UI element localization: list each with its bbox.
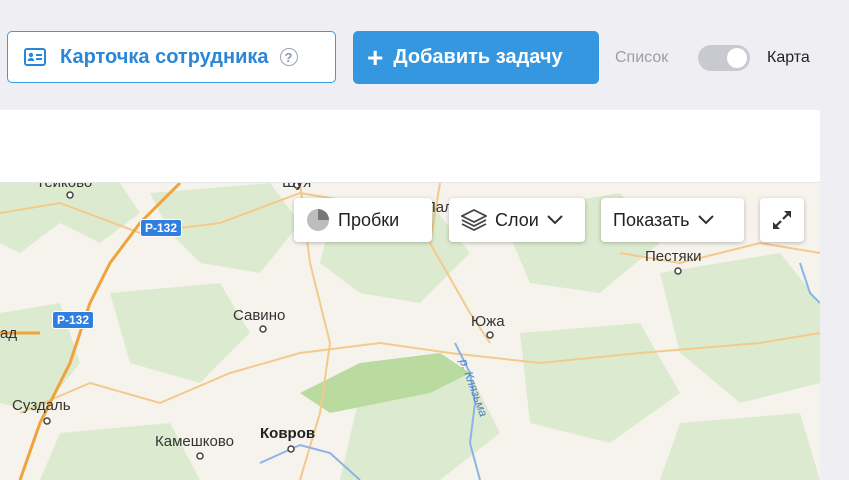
traffic-icon: [306, 208, 330, 232]
chevron-down-icon: [547, 215, 563, 225]
page-margin: [820, 110, 849, 480]
place-ad: ад: [0, 325, 18, 342]
traffic-label: Пробки: [338, 209, 400, 230]
layers-label: Слои: [495, 209, 539, 230]
place-suzdal: Суздаль: [12, 397, 71, 414]
view-map-label[interactable]: Карта: [767, 49, 810, 67]
expand-icon: [771, 209, 793, 231]
place-shuya: Шуя: [282, 183, 311, 191]
view-mode-toggle[interactable]: [698, 45, 750, 71]
show-button[interactable]: Показать: [601, 198, 744, 242]
road-shield: Р-132: [140, 219, 183, 237]
fullscreen-button[interactable]: [760, 198, 804, 242]
toolbar: Карточка сотрудника ? + Добавить задачу …: [0, 0, 849, 110]
add-task-label: Добавить задачу: [393, 46, 563, 68]
place-kameshkovo: Камешково: [155, 433, 234, 450]
place-yuzha: Южа: [471, 313, 505, 330]
filter-bar: [0, 110, 820, 183]
view-list-label[interactable]: Список: [615, 49, 668, 67]
chevron-down-icon: [697, 215, 714, 225]
layers-icon: [461, 209, 487, 231]
place-kovrov: Ковров: [260, 425, 316, 442]
add-task-button[interactable]: + Добавить задачу: [353, 31, 599, 84]
plus-icon: +: [367, 41, 384, 73]
place-pestyaki: Пестяки: [645, 248, 702, 265]
place-teikovo: Тейково: [36, 183, 92, 191]
toggle-knob: [727, 48, 747, 68]
layers-button[interactable]: Слои: [449, 198, 585, 242]
help-icon[interactable]: ?: [279, 48, 298, 66]
employee-card-label: Карточка сотрудника: [60, 45, 269, 68]
employee-card-button[interactable]: Карточка сотрудника ?: [7, 31, 336, 83]
road-shield: Р-132: [52, 311, 95, 329]
traffic-button[interactable]: Пробки: [294, 198, 432, 242]
place-savino: Савино: [233, 307, 286, 324]
id-card-icon: [24, 48, 46, 66]
show-label: Показать: [613, 209, 690, 230]
